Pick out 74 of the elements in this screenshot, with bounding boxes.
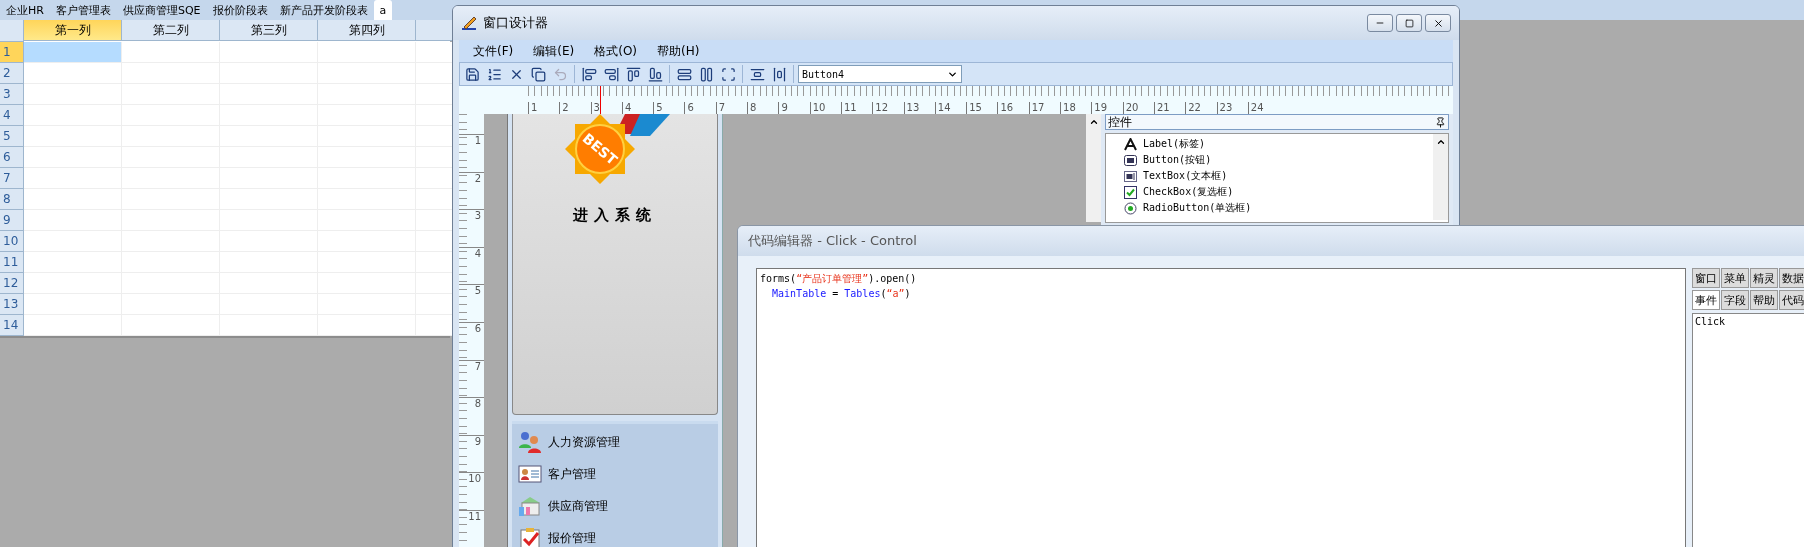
button-icon bbox=[1124, 153, 1137, 167]
row-header: 2 bbox=[0, 63, 24, 84]
row-header: 7 bbox=[0, 168, 24, 189]
tab[interactable]: 数据 bbox=[1779, 268, 1804, 288]
row-header: 12 bbox=[0, 273, 24, 294]
toolbox-item[interactable]: CheckBox(复选框) bbox=[1124, 184, 1433, 200]
scroll-up-icon bbox=[1088, 117, 1099, 127]
close-icon bbox=[1432, 17, 1444, 29]
sheet-tab[interactable]: 供应商管理SQE bbox=[116, 0, 207, 20]
horizontal-ruler: 1 2 3 4 5 6 7 8 9 10 11 12 13 14 15 16 17 18 19 20 21 22 23 24 bbox=[528, 86, 1453, 114]
tab[interactable]: 精灵 bbox=[1750, 268, 1778, 288]
tab[interactable]: 字段 bbox=[1721, 290, 1749, 310]
column-header: 第四列 bbox=[318, 20, 416, 41]
row-header: 4 bbox=[0, 105, 24, 126]
sheet-tab[interactable]: 新产品开发阶段表 bbox=[273, 0, 374, 20]
nav-item[interactable]: 报价管理 bbox=[518, 526, 712, 547]
caption-text: 进入系统 bbox=[573, 206, 657, 225]
sheet-tab[interactable]: a bbox=[373, 0, 393, 20]
contact-card-icon bbox=[518, 463, 542, 485]
restore-icon bbox=[1404, 18, 1414, 28]
toolbox-item[interactable]: Label(标签) bbox=[1124, 136, 1433, 152]
toolbox-item[interactable]: RadioButton(单选框) bbox=[1124, 200, 1433, 216]
code-line: MainTable = Tables(“a”) bbox=[771, 287, 912, 301]
column-header: 第三列 bbox=[220, 20, 318, 41]
clipboard-check-icon bbox=[518, 527, 542, 547]
pencil-ruler-icon bbox=[461, 15, 477, 31]
checkbox-icon bbox=[1124, 185, 1137, 199]
menu-item[interactable]: 格式(O) bbox=[586, 42, 646, 60]
row-header: 13 bbox=[0, 294, 24, 315]
menu-item[interactable]: 文件(F) bbox=[465, 42, 522, 60]
nav-item[interactable]: 客户管理 bbox=[518, 462, 712, 486]
radio-icon bbox=[1124, 201, 1137, 215]
shop-icon bbox=[518, 495, 542, 517]
sheet-tab[interactable]: 报价阶段表 bbox=[206, 0, 274, 20]
textbox-icon bbox=[1124, 169, 1137, 183]
column-header: 第一列 bbox=[24, 20, 122, 41]
people-icon bbox=[518, 431, 542, 453]
close-button[interactable] bbox=[1425, 14, 1451, 32]
pin-icon[interactable] bbox=[1435, 116, 1446, 128]
restore-button[interactable] bbox=[1396, 14, 1422, 32]
row-header: 3 bbox=[0, 84, 24, 105]
row-header: 5 bbox=[0, 126, 24, 147]
row-header: 9 bbox=[0, 210, 24, 231]
column-header: 第二列 bbox=[122, 20, 220, 41]
sheet-tab[interactable]: 企业HR bbox=[0, 0, 50, 20]
window-title: 窗口设计器 bbox=[483, 14, 548, 32]
row-header: 8 bbox=[0, 189, 24, 210]
corner-cell bbox=[0, 20, 24, 42]
event-item[interactable]: Click bbox=[1695, 316, 1804, 327]
toolbox-item[interactable]: Button(按钮) bbox=[1124, 152, 1433, 168]
toolbox-item[interactable]: TextBox(文本框) bbox=[1124, 168, 1433, 184]
control-dropdown[interactable]: Button4 bbox=[798, 65, 962, 83]
nav-item[interactable]: 供应商管理 bbox=[518, 494, 712, 518]
tab[interactable]: 代码 bbox=[1779, 290, 1804, 310]
tab[interactable]: 帮助 bbox=[1750, 290, 1778, 310]
sheet-tab[interactable]: 客户管理表 bbox=[49, 0, 117, 20]
menu-item[interactable]: 帮助(H) bbox=[649, 42, 708, 60]
tab[interactable]: 窗口 bbox=[1692, 268, 1720, 288]
row-header: 1 bbox=[0, 42, 24, 63]
row-header: 10 bbox=[0, 231, 24, 252]
row-header: 6 bbox=[0, 147, 24, 168]
toolbox-title: 控件 bbox=[1108, 113, 1132, 131]
tab[interactable]: 事件 bbox=[1692, 290, 1720, 310]
code-line: forms(“产品订单管理”).open() bbox=[760, 272, 918, 286]
tab[interactable]: 菜单 bbox=[1721, 268, 1749, 288]
minimize-button[interactable] bbox=[1367, 14, 1393, 32]
window-title: 代码编辑器 - Click - Control bbox=[748, 232, 917, 250]
scroll-up-icon bbox=[1435, 137, 1446, 147]
letter-icon bbox=[1124, 137, 1137, 151]
menu-item[interactable]: 编辑(E) bbox=[525, 42, 583, 60]
row-header: 14 bbox=[0, 315, 24, 336]
nav-item[interactable]: 人力资源管理 bbox=[518, 430, 712, 454]
row-header: 11 bbox=[0, 252, 24, 273]
vertical-ruler: 1 2 3 4 5 6 7 8 9 10 11 bbox=[459, 114, 484, 547]
